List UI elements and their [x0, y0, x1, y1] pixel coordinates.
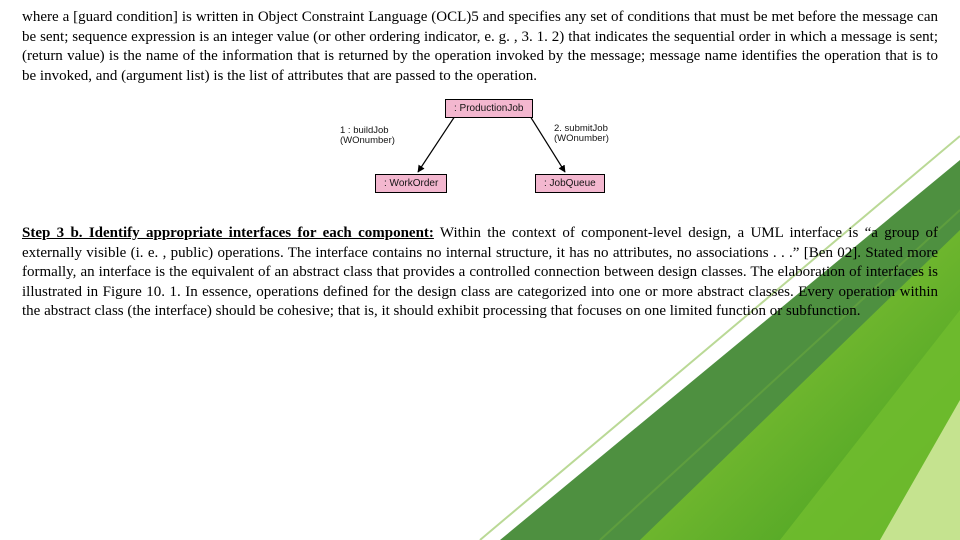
diagram-msg-2-line2: (WOnumber) [554, 133, 609, 144]
paragraph-2: Step 3 b. Identify appropriate interface… [22, 224, 938, 322]
paragraph-1: where a [guard condition] is written in … [22, 8, 938, 86]
diagram-box-workorder-label: : WorkOrder [384, 178, 438, 189]
diagram-msg-2: 2. submitJob (WOnumber) [554, 124, 644, 145]
diagram-msg-1: 1 : buildJob (WOnumber) [340, 126, 430, 147]
diagram-msg-2-line1: 2. submitJob [554, 123, 608, 134]
diagram-box-productionjob: : ProductionJob [445, 99, 533, 118]
step-3b-label: Step 3 b. Identify appropriate interface… [22, 225, 434, 241]
diagram-box-productionjob-label: : ProductionJob [454, 103, 524, 114]
collaboration-diagram: : ProductionJob : WorkOrder : JobQueue 1… [300, 94, 660, 214]
diagram-box-workorder: : WorkOrder [375, 174, 447, 193]
diagram-box-jobqueue: : JobQueue [535, 174, 605, 193]
diagram-box-jobqueue-label: : JobQueue [544, 178, 596, 189]
slide-content: where a [guard condition] is written in … [22, 8, 938, 322]
diagram-msg-1-line2: (WOnumber) [340, 135, 395, 146]
diagram-msg-1-line1: 1 : buildJob [340, 125, 389, 136]
paragraph-1-text: where a [guard condition] is written in … [22, 9, 938, 84]
